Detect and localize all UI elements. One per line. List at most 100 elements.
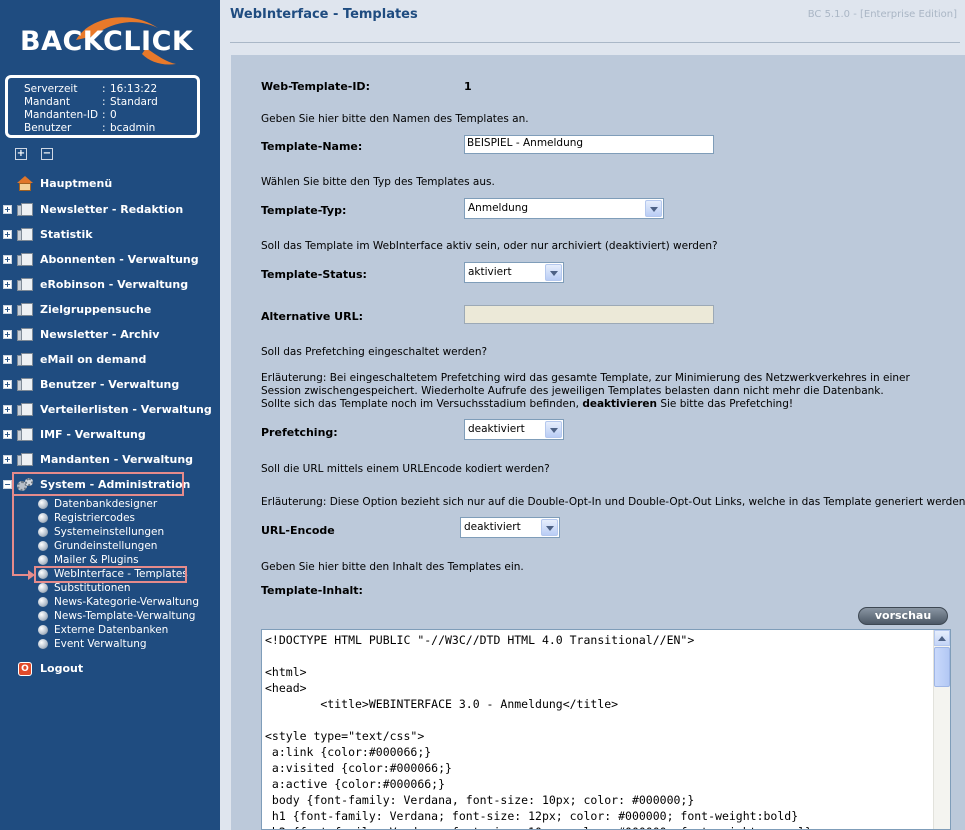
plus-icon[interactable]: + — [3, 379, 12, 389]
menu-item-benutzer-verwaltung[interactable]: + Benutzer - Verwaltung — [0, 375, 179, 393]
submenu-item-registriercodes[interactable]: Registriercodes — [38, 511, 135, 525]
bullet-icon — [38, 499, 48, 509]
alternative-url-input[interactable] — [464, 305, 714, 324]
info-label: Mandant — [24, 96, 71, 108]
info-label: Benutzer — [24, 122, 72, 134]
submenu-item-mailer-plugins[interactable]: Mailer & Plugins — [38, 553, 139, 567]
bullet-icon — [38, 555, 48, 565]
plus-icon[interactable]: + — [3, 354, 12, 364]
house-icon — [16, 175, 34, 191]
submenu-item-label: Substitutionen — [54, 582, 131, 594]
select-value: deaktiviert — [468, 423, 525, 435]
menu-item-label: Logout — [40, 661, 84, 675]
info-separator: : — [102, 122, 106, 134]
folder-icon — [16, 452, 34, 467]
menu-item-newsletter-redaktion[interactable]: + Newsletter - Redaktion — [0, 200, 183, 218]
submenu-item-grundeinstellungen[interactable]: Grundeinstellungen — [38, 539, 157, 553]
menu-item-email-on-demand[interactable]: + eMail on demand — [0, 350, 146, 368]
urlencode-hint: Soll die URL mittels einem URLEncode kod… — [261, 463, 550, 475]
logout-glyph: O — [18, 661, 32, 676]
menu-item-erobinson-verwaltung[interactable]: + eRobinson - Verwaltung — [0, 275, 188, 293]
prefetching-select[interactable]: deaktiviert — [464, 419, 564, 440]
minus-icon[interactable]: − — [3, 479, 12, 489]
scrollbar-thumb[interactable] — [934, 647, 950, 687]
template-content-code: <!DOCTYPE HTML PUBLIC "-//W3C//DTD HTML … — [265, 633, 812, 829]
plus-icon[interactable]: + — [3, 404, 12, 414]
version-label: BC 5.1.0 - [Enterprise Edition] — [807, 9, 957, 20]
urlencode-select[interactable]: deaktiviert — [460, 517, 560, 538]
template-content-label: Template-Inhalt: — [261, 584, 363, 597]
template-type-select[interactable]: Anmeldung — [464, 198, 664, 219]
menu-item-mandanten-verwaltung[interactable]: + Mandanten - Verwaltung — [0, 450, 193, 468]
template-content-textarea[interactable]: <!DOCTYPE HTML PUBLIC "-//W3C//DTD HTML … — [261, 629, 951, 830]
select-value: aktiviert — [468, 266, 512, 278]
highlight-connector — [12, 496, 14, 575]
folder-icon — [16, 377, 34, 392]
bullet-icon — [38, 527, 48, 537]
submenu-item-externe-datenbanken[interactable]: Externe Datenbanken — [38, 623, 168, 637]
chevron-down-icon[interactable] — [545, 421, 562, 438]
content-hint: Geben Sie hier bitte den Inhalt des Temp… — [261, 561, 524, 573]
menu-item-label: Benutzer - Verwaltung — [40, 377, 180, 391]
submenu-item-label: News-Kategorie-Verwaltung — [54, 596, 200, 608]
expand-all-button[interactable]: + — [15, 148, 27, 160]
plus-icon[interactable]: + — [3, 329, 12, 339]
scroll-up-icon[interactable] — [934, 630, 950, 646]
backclick-logo: BACKCLICK — [18, 8, 193, 70]
submenu-item-label: Mailer & Plugins — [54, 554, 139, 566]
submenu-item-label: News-Template-Verwaltung — [54, 610, 196, 622]
menu-item-statistik[interactable]: + Statistik — [0, 225, 93, 243]
type-hint: Wählen Sie bitte den Typ des Templates a… — [261, 176, 495, 188]
submenu-item-systemeinstellungen[interactable]: Systemeinstellungen — [38, 525, 164, 539]
prefetch-explanation: Erläuterung: Bei eingeschaltetem Prefetc… — [261, 372, 921, 411]
submenu-item-label: Datenbankdesigner — [54, 498, 158, 510]
folder-icon — [16, 302, 34, 317]
plus-icon[interactable]: + — [3, 454, 12, 464]
menu-item-label: Newsletter - Archiv — [40, 327, 160, 341]
submenu-item-news-kategorie-verwaltung[interactable]: News-Kategorie-Verwaltung — [38, 595, 199, 609]
logout-icon: O — [16, 661, 34, 676]
menu-item-label: Statistik — [40, 227, 93, 241]
template-name-input[interactable]: BEISPIEL - Anmeldung — [464, 135, 714, 154]
page-title: WebInterface - Templates — [230, 7, 418, 22]
plus-icon[interactable]: + — [3, 429, 12, 439]
chevron-down-icon[interactable] — [545, 264, 562, 281]
collapse-all-button[interactable]: − — [41, 148, 53, 160]
select-value: deaktiviert — [464, 521, 521, 533]
prefetching-label: Prefetching: — [261, 426, 338, 439]
plus-icon[interactable]: + — [3, 229, 12, 239]
plus-icon[interactable]: + — [3, 304, 12, 314]
bullet-icon — [38, 583, 48, 593]
submenu-item-substitutionen[interactable]: Substitutionen — [38, 581, 131, 595]
info-row-serverzeit: Serverzeit:16:13:22 — [24, 83, 197, 96]
prefetch-hint: Soll das Prefetching eingeschaltet werde… — [261, 346, 488, 358]
status-hint: Soll das Template im WebInterface aktiv … — [261, 240, 718, 252]
info-row-benutzer: Benutzer: bcadmin — [24, 122, 197, 135]
template-status-select[interactable]: aktiviert — [464, 262, 564, 283]
menu-item-logout[interactable]: O Logout — [0, 659, 83, 677]
menu-item-label: Abonnenten - Verwaltung — [40, 252, 199, 266]
menu-item-verteilerlisten-verwaltung[interactable]: + Verteilerlisten - Verwaltung — [0, 400, 212, 418]
menu-item-label: Verteilerlisten - Verwaltung — [40, 402, 212, 416]
submenu-item-news-template-verwaltung[interactable]: News-Template-Verwaltung — [38, 609, 195, 623]
info-separator: : — [102, 109, 106, 121]
info-row-mandanten-id: Mandanten-ID:0 — [24, 109, 197, 122]
chevron-down-icon[interactable] — [645, 200, 662, 217]
menu-item-newsletter-archiv[interactable]: + Newsletter - Archiv — [0, 325, 159, 343]
plus-icon[interactable]: + — [3, 254, 12, 264]
submenu-item-label: Systemeinstellungen — [54, 526, 165, 538]
chevron-down-icon[interactable] — [541, 519, 558, 536]
folder-icon — [16, 252, 34, 267]
info-value: Standard — [110, 96, 158, 108]
submenu-item-event-verwaltung[interactable]: Event Verwaltung — [38, 637, 147, 651]
menu-item-imf-verwaltung[interactable]: + IMF - Verwaltung — [0, 425, 146, 443]
plus-icon[interactable]: + — [3, 204, 12, 214]
menu-item-label: IMF - Verwaltung — [40, 427, 146, 441]
menu-item-abonnenten-verwaltung[interactable]: + Abonnenten - Verwaltung — [0, 250, 199, 268]
plus-icon[interactable]: + — [3, 279, 12, 289]
vertical-scrollbar[interactable] — [933, 630, 950, 829]
menu-item-zielgruppensuche[interactable]: + Zielgruppensuche — [0, 300, 151, 318]
submenu-item-datenbankdesigner[interactable]: Datenbankdesigner — [38, 497, 157, 511]
preview-button[interactable]: vorschau — [858, 607, 948, 625]
menu-item-hauptmenue[interactable]: Hauptmenü — [0, 174, 112, 192]
